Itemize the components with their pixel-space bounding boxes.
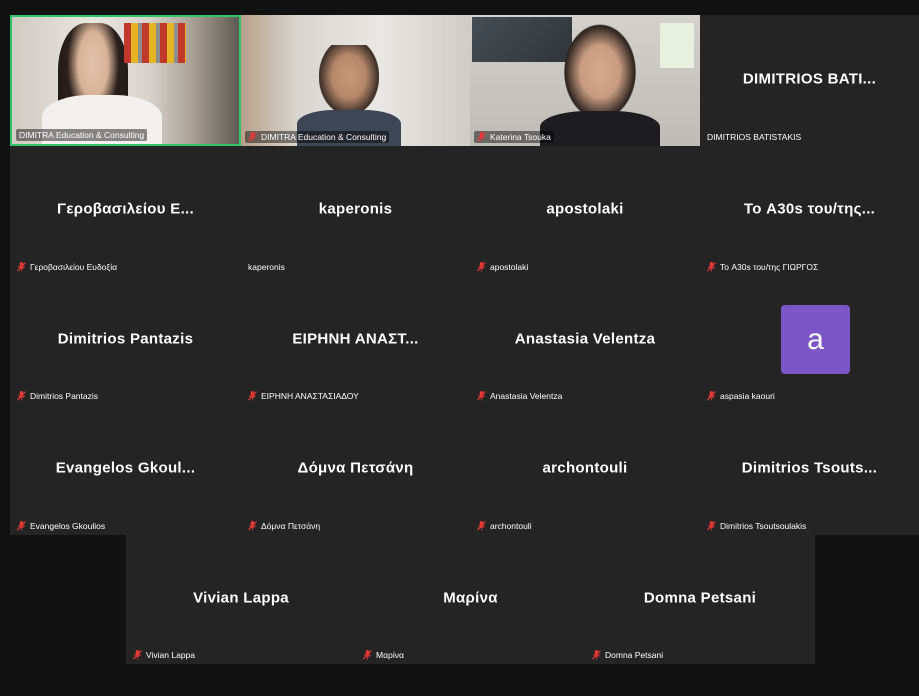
participant-name-label: Dimitrios Pantazis: [14, 390, 101, 402]
participant-name-label: Το A30s του/της ΓΙΩΡΓΟΣ: [704, 261, 821, 273]
participant-video: [12, 17, 239, 144]
participant-name-label: ΕΙΡΗΝΗ ΑΝΑΣΤΑΣΙΑΔΟΥ: [245, 390, 362, 402]
muted-mic-icon: [707, 521, 716, 531]
participant-display-name: Domna Petsani: [643, 588, 757, 606]
participant-name-label: Dimitrios Tsoutsoulakis: [704, 520, 809, 532]
participant-display-name: Γεροβασιλείου Ε...: [57, 200, 194, 218]
participant-name-label: Vivian Lappa: [130, 649, 198, 661]
participant-display-name: archontouli: [542, 459, 628, 477]
participant-avatar: a: [781, 305, 850, 374]
participant-tile[interactable]: archontouli archontouli: [470, 405, 700, 535]
participant-video: [241, 15, 470, 146]
participant-tile[interactable]: Evangelos Gkoul... Evangelos Gkoulios: [10, 405, 241, 535]
participant-tile[interactable]: Dimitrios Pantazis Dimitrios Pantazis: [10, 276, 241, 405]
participant-video: [470, 15, 700, 146]
muted-mic-icon: [477, 521, 486, 531]
participant-display-name: Το A30s του/της...: [743, 200, 876, 218]
participant-tile[interactable]: ΕΙΡΗΝΗ ΑΝΑΣΤ... ΕΙΡΗΝΗ ΑΝΑΣΤΑΣΙΑΔΟΥ: [241, 276, 470, 405]
participant-tile[interactable]: Μαρίνα Μαρίνα: [356, 535, 585, 664]
participant-name-label: Anastasia Velentza: [474, 390, 565, 402]
participant-tile[interactable]: Domna Petsani Domna Petsani: [585, 535, 815, 664]
muted-mic-icon: [707, 262, 716, 272]
muted-mic-icon: [248, 521, 257, 531]
muted-mic-icon: [133, 650, 142, 660]
muted-mic-icon: [477, 262, 486, 272]
muted-mic-icon: [592, 650, 601, 660]
muted-mic-icon: [17, 521, 26, 531]
muted-mic-icon: [17, 262, 26, 272]
muted-mic-icon: [248, 391, 257, 401]
participant-name-label: Katerina Tsouka: [474, 131, 554, 143]
participant-name-label: kaperonis: [248, 262, 285, 272]
participant-tile[interactable]: Dimitrios Tsouts... Dimitrios Tsoutsoula…: [700, 405, 919, 535]
participant-tile[interactable]: a aspasia kaouri: [700, 276, 919, 405]
participant-name-label: aspasia kaouri: [704, 390, 778, 402]
participant-tile[interactable]: Vivian Lappa Vivian Lappa: [126, 535, 356, 664]
participant-display-name: DIMITRIOS BATI...: [742, 69, 877, 87]
participant-name-label: Μαρίνα: [360, 649, 407, 661]
participant-name-label: archontouli: [474, 520, 535, 532]
participant-name-label: DIMITRA Education & Consulting: [16, 129, 148, 141]
participant-display-name: Vivian Lappa: [193, 588, 289, 606]
participant-tile[interactable]: DIMITRA Education & Consulting: [241, 15, 470, 146]
muted-mic-icon: [477, 132, 486, 142]
participant-tile[interactable]: apostolaki apostolaki: [470, 146, 700, 276]
participant-tile[interactable]: Το A30s του/της... Το A30s του/της ΓΙΩΡΓ…: [700, 146, 919, 276]
muted-mic-icon: [477, 391, 486, 401]
participant-tile[interactable]: kaperonis kaperonis: [241, 146, 470, 276]
participant-name-label: apostolaki: [474, 261, 531, 273]
participant-display-name: Dimitrios Tsouts...: [741, 459, 878, 477]
participant-name-label: DIMITRA Education & Consulting: [245, 131, 390, 143]
muted-mic-icon: [707, 391, 716, 401]
participant-tile[interactable]: Anastasia Velentza Anastasia Velentza: [470, 276, 700, 405]
participant-name-label: DIMITRIOS BATISTAKIS: [707, 132, 802, 142]
participant-display-name: Μαρίνα: [443, 588, 498, 606]
participant-tile[interactable]: DIMITRIOS BATI... DIMITRIOS BATISTAKIS: [700, 15, 919, 146]
participant-tile[interactable]: DIMITRA Education & Consulting: [10, 15, 241, 146]
participant-name-label: Domna Petsani: [589, 649, 666, 661]
participant-name-label: Γεροβασιλείου Ευδοξία: [14, 261, 120, 273]
participant-display-name: ΕΙΡΗΝΗ ΑΝΑΣΤ...: [292, 329, 419, 347]
participant-display-name: Dimitrios Pantazis: [57, 329, 194, 347]
muted-mic-icon: [248, 132, 257, 142]
participant-tile[interactable]: Katerina Tsouka: [470, 15, 700, 146]
muted-mic-icon: [17, 391, 26, 401]
participant-tile[interactable]: Δόμνα Πετσάνη Δόμνα Πετσάνη: [241, 405, 470, 535]
participant-display-name: Δόμνα Πετσάνη: [297, 459, 414, 477]
muted-mic-icon: [363, 650, 372, 660]
participant-display-name: Anastasia Velentza: [514, 329, 656, 347]
participant-display-name: kaperonis: [318, 200, 393, 218]
video-gallery: DIMITRA Education & Consulting DIMITRA E…: [0, 0, 919, 696]
participant-display-name: apostolaki: [546, 200, 624, 218]
participant-name-label: Δόμνα Πετσάνη: [245, 520, 323, 532]
participant-display-name: Evangelos Gkoul...: [55, 459, 196, 477]
participant-tile[interactable]: Γεροβασιλείου Ε... Γεροβασιλείου Ευδοξία: [10, 146, 241, 276]
participant-name-label: Evangelos Gkoulios: [14, 520, 108, 532]
